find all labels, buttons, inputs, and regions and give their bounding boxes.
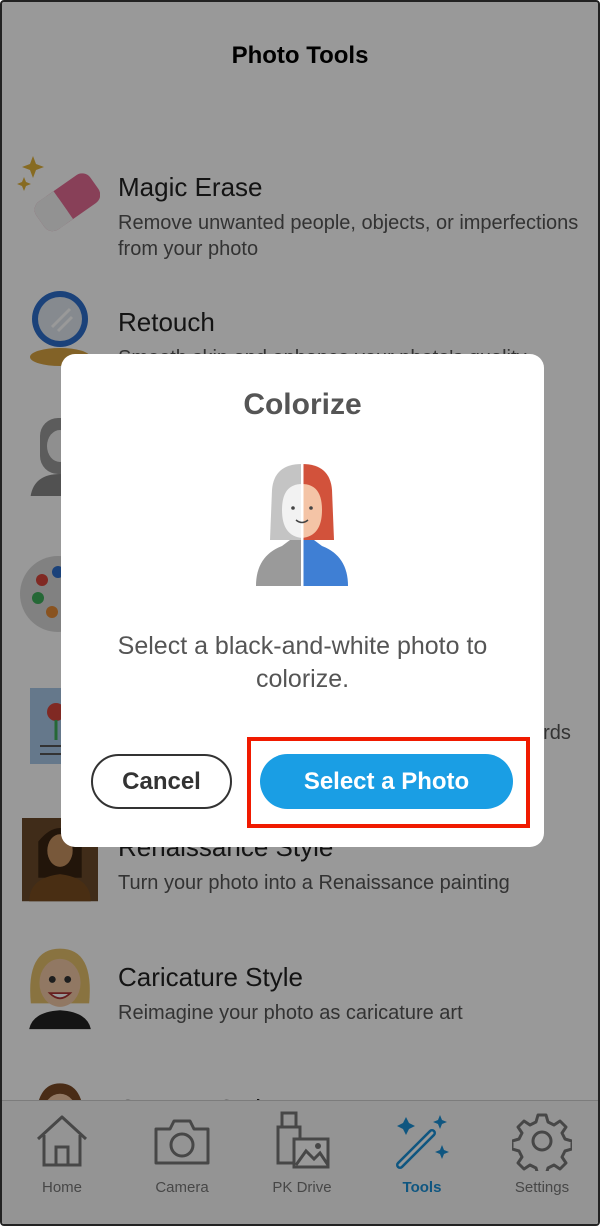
app-screen: Photo Tools Magic Erase Remove unwanted …: [0, 0, 600, 1226]
colorize-dialog: Colorize Select a black-and-white photo …: [61, 354, 544, 847]
dialog-message: Select a black-and-white photo to colori…: [117, 632, 488, 693]
colorize-portrait-icon: [256, 462, 348, 586]
cancel-button[interactable]: Cancel: [91, 754, 232, 809]
dialog-title: Colorize: [243, 388, 362, 421]
select-photo-button[interactable]: Select a Photo: [260, 754, 513, 809]
